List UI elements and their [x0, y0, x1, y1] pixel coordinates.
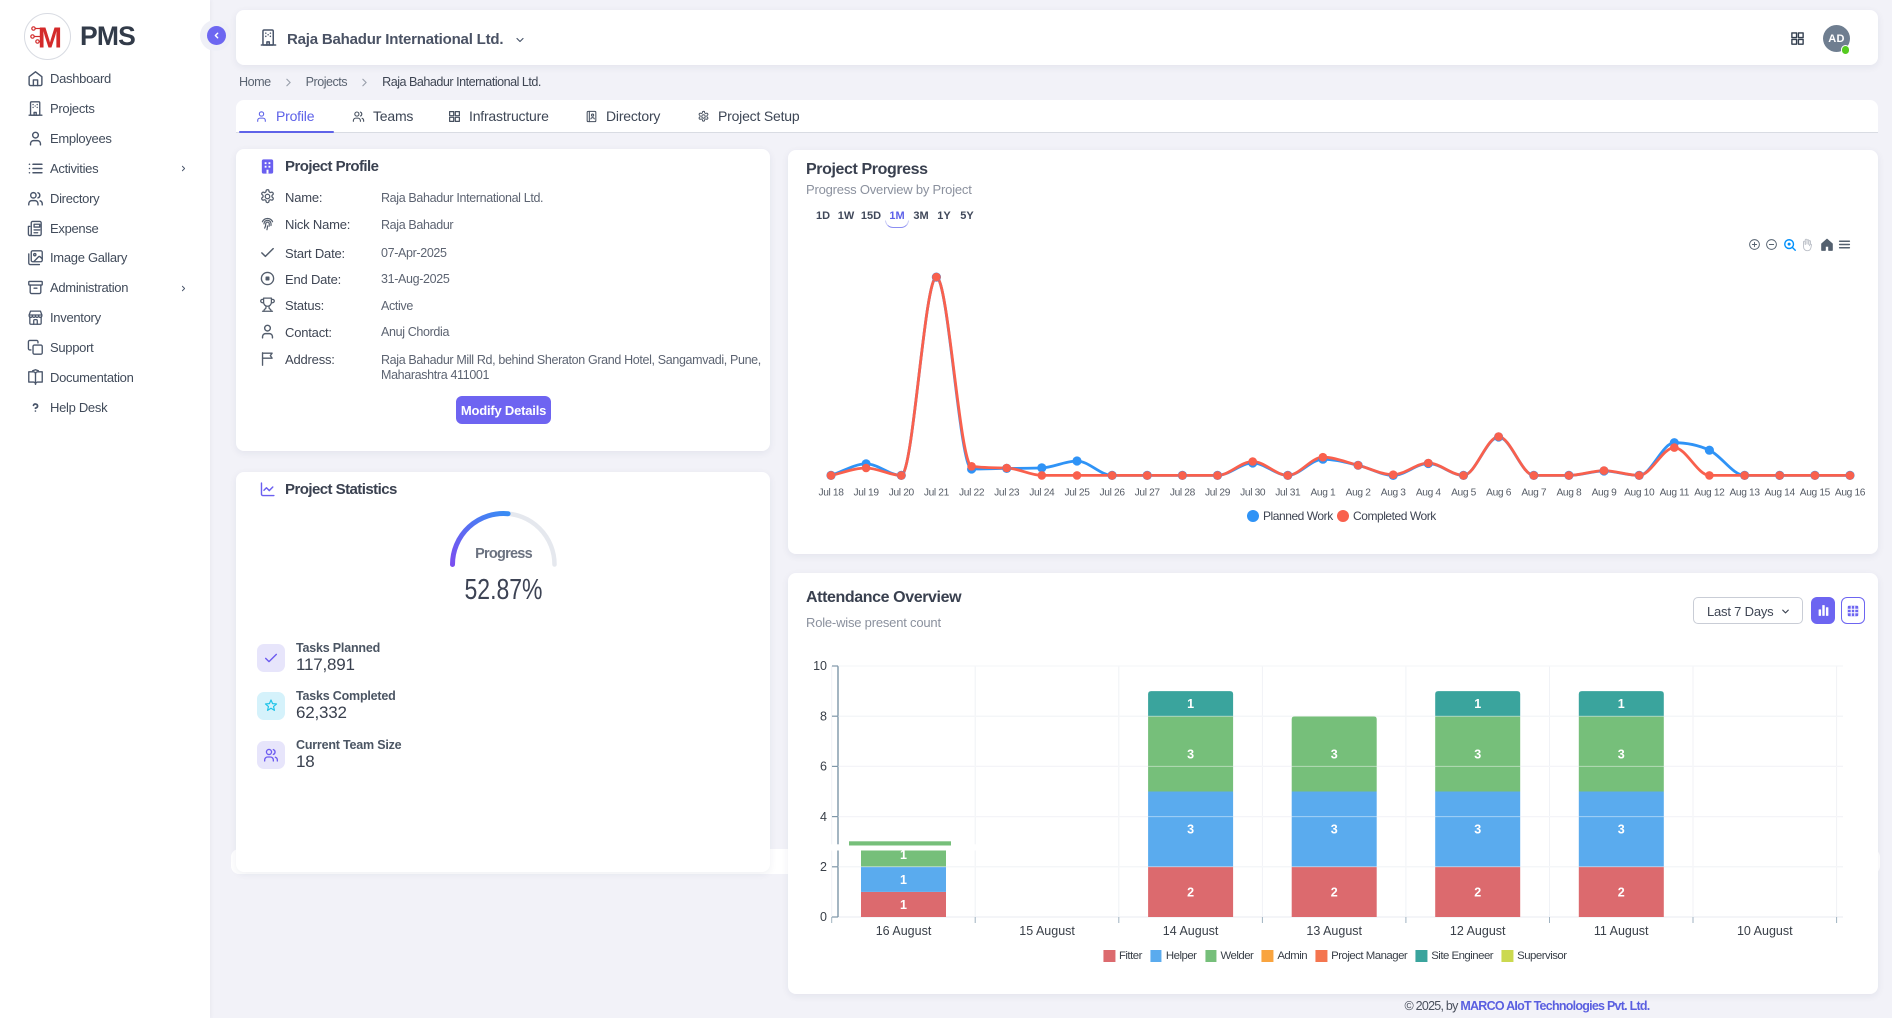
- svg-text:Jul 30: Jul 30: [1240, 488, 1266, 499]
- svg-text:Jul 25: Jul 25: [1064, 488, 1090, 499]
- svg-text:3: 3: [1331, 747, 1338, 761]
- svg-text:Aug 7: Aug 7: [1521, 488, 1547, 499]
- svg-text:3: 3: [1474, 823, 1481, 837]
- svg-text:15 August: 15 August: [1019, 924, 1075, 938]
- svg-text:Jul 23: Jul 23: [994, 488, 1020, 499]
- svg-text:Aug 1: Aug 1: [1310, 488, 1336, 499]
- svg-text:1: 1: [1618, 697, 1625, 711]
- svg-text:3: 3: [1474, 747, 1481, 761]
- svg-text:Aug 16: Aug 16: [1835, 488, 1866, 499]
- svg-text:52.87%: 52.87%: [465, 574, 543, 606]
- svg-text:Jul 19: Jul 19: [854, 488, 880, 499]
- svg-text:2: 2: [1618, 885, 1625, 899]
- svg-text:Aug 13: Aug 13: [1729, 488, 1760, 499]
- svg-text:2: 2: [820, 860, 827, 874]
- svg-text:M: M: [38, 23, 62, 55]
- svg-text:Aug 14: Aug 14: [1765, 488, 1796, 499]
- svg-text:Jul 26: Jul 26: [1100, 488, 1126, 499]
- svg-text:3: 3: [1331, 823, 1338, 837]
- svg-text:Aug 3: Aug 3: [1381, 488, 1407, 499]
- svg-text:Jul 21: Jul 21: [924, 488, 950, 499]
- svg-text:10: 10: [813, 659, 827, 673]
- svg-text:Aug 8: Aug 8: [1556, 488, 1582, 499]
- svg-text:3: 3: [1618, 747, 1625, 761]
- svg-text:8: 8: [820, 709, 827, 723]
- svg-text:Aug 2: Aug 2: [1346, 488, 1372, 499]
- svg-text:Aug 4: Aug 4: [1416, 488, 1442, 499]
- svg-text:11 August: 11 August: [1594, 924, 1649, 938]
- svg-text:2: 2: [1331, 885, 1338, 899]
- svg-text:0: 0: [820, 910, 827, 924]
- svg-text:10 August: 10 August: [1737, 924, 1793, 938]
- svg-text:12 August: 12 August: [1450, 924, 1506, 938]
- svg-text:1: 1: [900, 873, 907, 887]
- svg-text:Jul 27: Jul 27: [1135, 488, 1161, 499]
- svg-text:6: 6: [820, 760, 827, 774]
- svg-text:1: 1: [1474, 697, 1481, 711]
- svg-text:Aug 9: Aug 9: [1592, 488, 1618, 499]
- svg-text:3: 3: [1618, 823, 1625, 837]
- svg-text:16 August: 16 August: [876, 924, 932, 938]
- svg-text:2: 2: [1474, 885, 1481, 899]
- svg-text:Aug 5: Aug 5: [1451, 488, 1477, 499]
- svg-text:3: 3: [1187, 747, 1194, 761]
- svg-text:Aug 11: Aug 11: [1660, 488, 1690, 499]
- svg-text:Aug 10: Aug 10: [1624, 488, 1655, 499]
- svg-text:14 August: 14 August: [1163, 924, 1219, 938]
- svg-text:Jul 18: Jul 18: [818, 488, 844, 499]
- svg-text:Jul 31: Jul 31: [1275, 488, 1301, 499]
- svg-text:Jul 29: Jul 29: [1205, 488, 1231, 499]
- svg-text:3: 3: [1187, 823, 1194, 837]
- svg-text:Jul 28: Jul 28: [1170, 488, 1196, 499]
- svg-text:1: 1: [900, 898, 907, 912]
- svg-text:13 August: 13 August: [1306, 924, 1362, 938]
- svg-text:Jul 22: Jul 22: [959, 488, 985, 499]
- svg-text:Aug 12: Aug 12: [1694, 488, 1725, 499]
- svg-text:Jul 20: Jul 20: [889, 488, 915, 499]
- svg-text:Jul 24: Jul 24: [1029, 488, 1055, 499]
- svg-text:Aug 15: Aug 15: [1800, 488, 1831, 499]
- svg-text:2: 2: [1187, 885, 1194, 899]
- svg-text:Aug 6: Aug 6: [1486, 488, 1512, 499]
- svg-text:4: 4: [820, 810, 827, 824]
- svg-text:1: 1: [1187, 697, 1194, 711]
